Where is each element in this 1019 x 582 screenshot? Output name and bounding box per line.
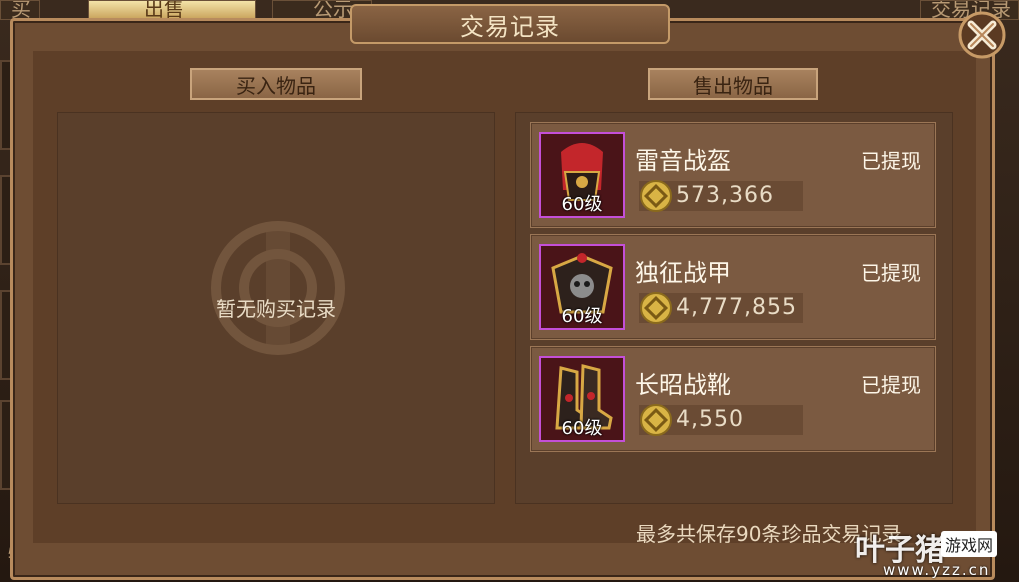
item-name: 雷音战盔 bbox=[635, 147, 731, 175]
bg-tab-sell[interactable]: 出售 bbox=[88, 0, 256, 20]
armor-icon: 60级 bbox=[539, 244, 625, 330]
helmet-icon: 60级 bbox=[539, 132, 625, 218]
watermark-url: www.yzz.cn bbox=[883, 561, 991, 579]
dialog-title-plaque: 交易记录 bbox=[350, 4, 670, 44]
sold-item-row[interactable]: 60级 雷音战盔 已提现 573,366 bbox=[530, 122, 936, 228]
item-level: 60级 bbox=[561, 306, 603, 327]
dialog-title: 交易记录 bbox=[460, 12, 560, 41]
item-price: 573,366 bbox=[676, 183, 774, 208]
gold-coin-icon bbox=[640, 180, 672, 212]
watermark-badge: 游戏网 bbox=[941, 531, 998, 557]
buy-section-label: 买入物品 bbox=[236, 73, 316, 98]
item-status: 已提现 bbox=[861, 261, 921, 285]
buy-records-panel: 暂无购买记录 bbox=[57, 112, 495, 504]
buy-section-header: 买入物品 bbox=[190, 68, 362, 100]
item-price: 4,777,855 bbox=[676, 295, 797, 320]
close-button[interactable] bbox=[955, 5, 1009, 65]
bg-tab-buy[interactable]: 买 bbox=[0, 0, 40, 20]
bg-tab-notice-label: 公示 bbox=[313, 0, 353, 20]
sold-item-row[interactable]: 60级 长昭战靴 已提现 4,550 bbox=[530, 346, 936, 452]
close-x-icon bbox=[958, 11, 1006, 59]
empty-buy-records-text: 暂无购买记录 bbox=[216, 297, 336, 321]
item-name: 长昭战靴 bbox=[635, 371, 731, 399]
emblem-watermark-icon bbox=[211, 221, 345, 355]
gold-coin-icon bbox=[640, 404, 672, 436]
item-status: 已提现 bbox=[861, 149, 921, 173]
boots-icon: 60级 bbox=[539, 356, 625, 442]
item-name: 独征战甲 bbox=[635, 259, 731, 287]
item-level: 60级 bbox=[561, 194, 603, 215]
sell-section-header: 售出物品 bbox=[648, 68, 818, 100]
bg-tab-sell-label: 出售 bbox=[144, 0, 184, 20]
gold-coin-icon bbox=[640, 292, 672, 324]
item-price: 4,550 bbox=[676, 407, 744, 432]
sold-item-row[interactable]: 60级 独征战甲 已提现 4,777,855 bbox=[530, 234, 936, 340]
site-watermark: 叶子猪 游戏网 www.yzz.cn bbox=[855, 525, 1019, 582]
item-status: 已提现 bbox=[861, 373, 921, 397]
bg-tab-buy-label: 买 bbox=[11, 0, 31, 20]
item-level: 60级 bbox=[561, 418, 603, 439]
sell-section-label: 售出物品 bbox=[693, 73, 773, 98]
